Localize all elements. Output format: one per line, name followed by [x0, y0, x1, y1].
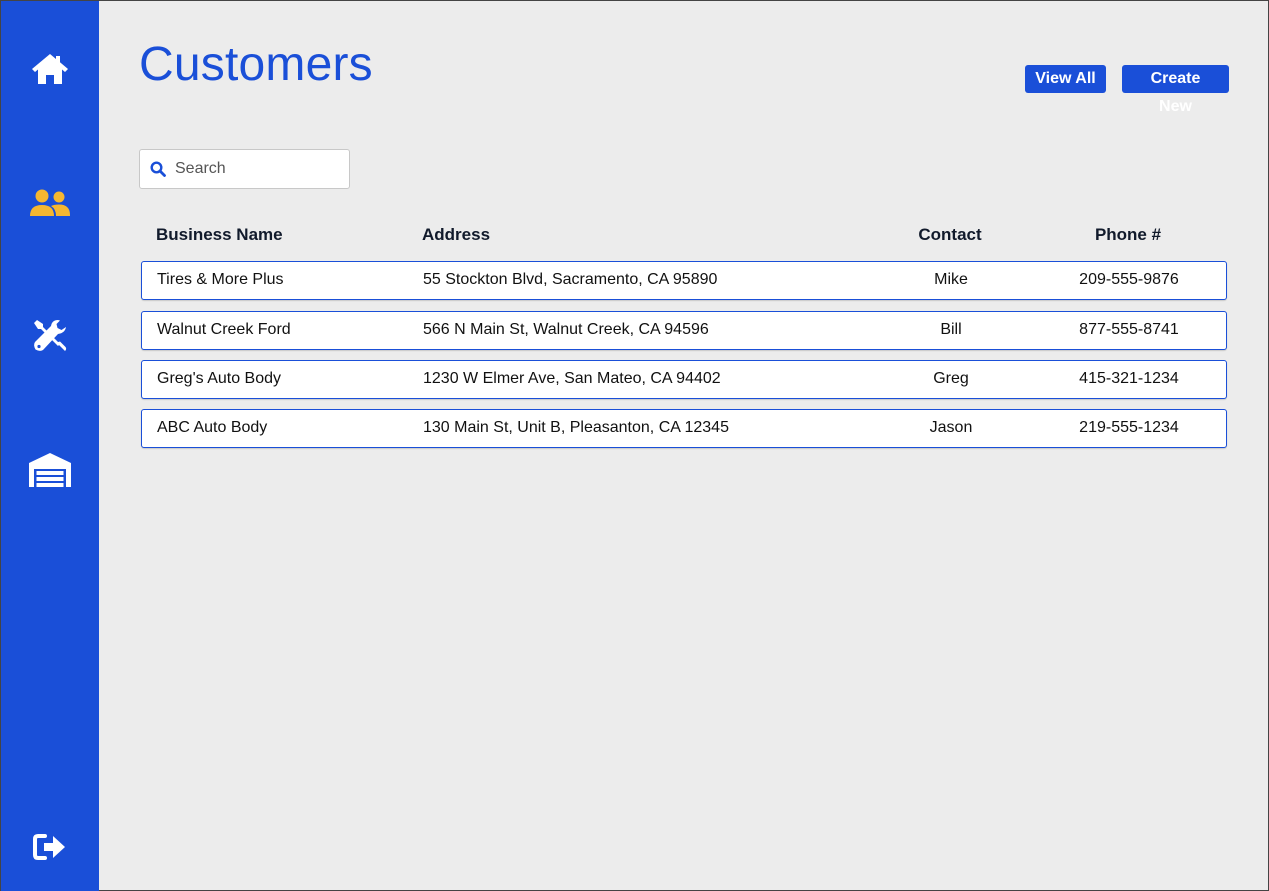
address-cell: 55 Stockton Blvd, Sacramento, CA 95890 — [423, 271, 718, 288]
table-row[interactable]: ABC Auto Body 130 Main St, Unit B, Pleas… — [141, 409, 1227, 448]
view-all-button[interactable]: View All — [1025, 65, 1106, 93]
logout-icon — [33, 834, 65, 860]
nav-logout[interactable] — [1, 817, 99, 877]
column-header-contact: Contact — [918, 225, 982, 244]
nav-services[interactable] — [1, 306, 99, 366]
search-input[interactable] — [175, 160, 335, 178]
table-row[interactable]: Tires & More Plus 55 Stockton Blvd, Sacr… — [141, 261, 1227, 300]
column-header-business-name: Business Name — [156, 225, 283, 244]
contact-cell: Jason — [929, 419, 973, 436]
search-icon — [150, 161, 166, 177]
phone-cell: 415-321-1234 — [1079, 370, 1179, 387]
nav-customers[interactable] — [1, 173, 99, 233]
sidebar — [1, 1, 99, 891]
contact-cell: Greg — [933, 370, 969, 387]
table-row[interactable]: Walnut Creek Ford 566 N Main St, Walnut … — [141, 311, 1227, 350]
contact-cell: Mike — [934, 271, 968, 288]
page-title: Customers — [139, 38, 373, 91]
table-header: Business Name Address Contact Phone # — [141, 225, 1227, 249]
business-name-cell: ABC Auto Body — [157, 419, 268, 436]
nav-home[interactable] — [1, 39, 99, 99]
column-header-address: Address — [422, 225, 491, 244]
phone-cell: 209-555-9876 — [1079, 271, 1179, 288]
address-cell: 130 Main St, Unit B, Pleasanton, CA 1234… — [423, 419, 729, 436]
table-row[interactable]: Greg's Auto Body 1230 W Elmer Ave, San M… — [141, 360, 1227, 399]
create-new-button[interactable]: Create New — [1122, 65, 1229, 115]
phone-cell: 877-555-8741 — [1079, 321, 1179, 338]
business-name-cell: Walnut Creek Ford — [157, 321, 291, 338]
garage-icon — [29, 453, 71, 487]
home-icon — [32, 54, 68, 84]
phone-cell: 219-555-1234 — [1079, 419, 1179, 436]
main-content: Customers View All Create New Business N… — [99, 1, 1268, 890]
address-cell: 566 N Main St, Walnut Creek, CA 94596 — [423, 321, 709, 338]
search-box[interactable] — [139, 149, 350, 189]
business-name-cell: Greg's Auto Body — [157, 370, 282, 387]
nav-garage[interactable] — [1, 440, 99, 500]
column-header-phone: Phone # — [1094, 225, 1162, 244]
users-icon — [30, 189, 70, 216]
business-name-cell: Tires & More Plus — [157, 271, 284, 288]
address-cell: 1230 W Elmer Ave, San Mateo, CA 94402 — [423, 370, 721, 387]
contact-cell: Bill — [940, 321, 962, 338]
tools-icon — [34, 320, 67, 351]
